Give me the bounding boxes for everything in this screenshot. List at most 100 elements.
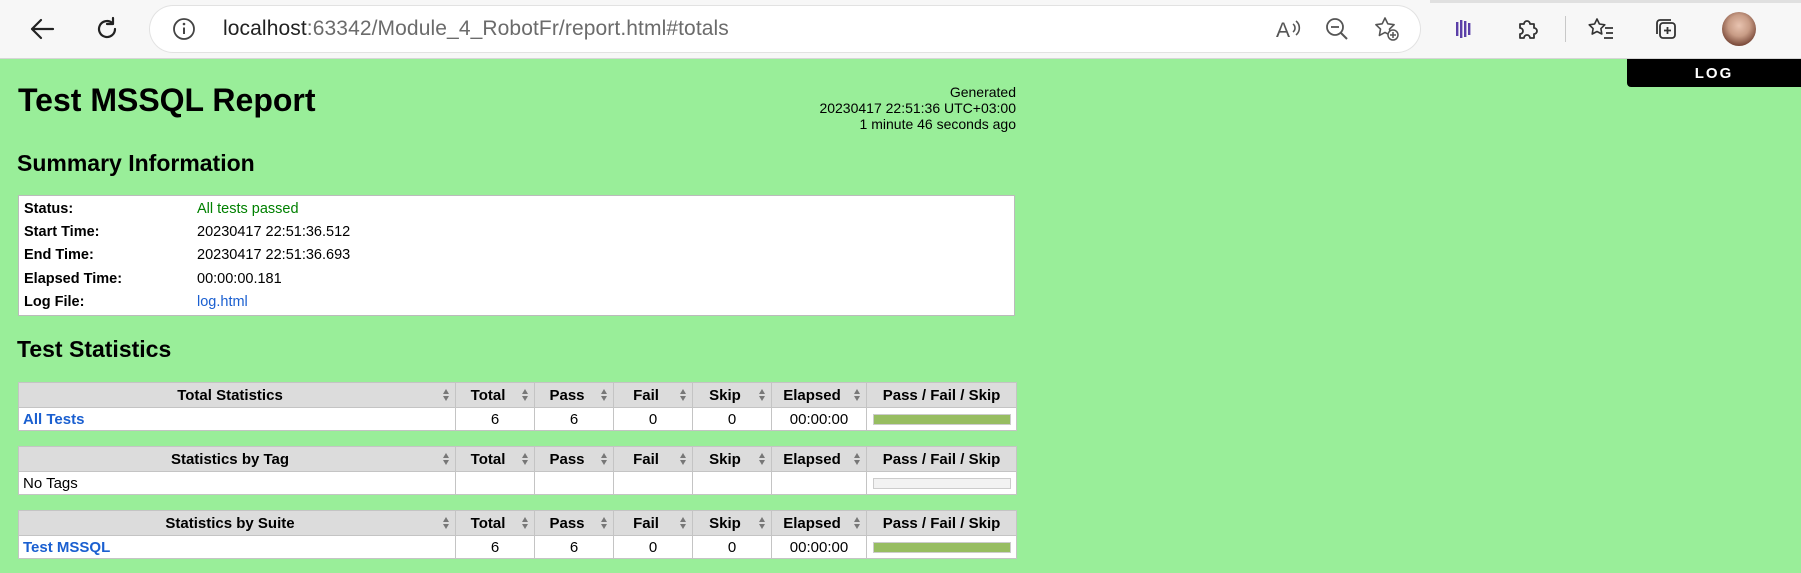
col-header-fail[interactable]: Fail bbox=[613, 382, 693, 408]
summary-label: Elapsed Time: bbox=[24, 271, 123, 287]
header-label: Statistics by Tag bbox=[170, 450, 290, 468]
add-favorite-button[interactable] bbox=[1372, 15, 1402, 43]
col-header-pass[interactable]: Pass bbox=[534, 510, 614, 536]
table-header-row: Statistics by Tag Total Pass Fail Skip E… bbox=[18, 446, 1017, 472]
summary-heading: Summary Information bbox=[17, 150, 255, 176]
stat-graph-cell bbox=[866, 407, 1017, 431]
col-header-total[interactable]: Total bbox=[455, 382, 535, 408]
sort-icon bbox=[759, 453, 766, 465]
suite-statistics-table: Statistics by Suite Total Pass Fail Skip… bbox=[18, 510, 1017, 559]
refresh-icon bbox=[97, 16, 117, 39]
col-header-elapsed[interactable]: Elapsed bbox=[771, 510, 867, 536]
header-label: Skip bbox=[709, 386, 741, 404]
site-info-button[interactable] bbox=[172, 17, 196, 46]
back-button[interactable] bbox=[22, 9, 62, 49]
favorites-icon bbox=[1588, 18, 1613, 39]
pass-fail-skip-graph bbox=[872, 414, 1011, 426]
col-header-elapsed[interactable]: Elapsed bbox=[771, 382, 867, 408]
sort-icon bbox=[680, 453, 687, 465]
favorite-add-icon bbox=[1375, 17, 1399, 41]
stat-skip: 0 bbox=[692, 535, 772, 559]
stat-fail: 0 bbox=[613, 407, 693, 431]
zoom-out-button[interactable] bbox=[1322, 15, 1352, 43]
puzzle-icon bbox=[1519, 20, 1538, 39]
table-row: All Tests 6 6 0 0 00:00:00 bbox=[18, 407, 1017, 431]
collections-button[interactable] bbox=[1646, 9, 1686, 49]
col-header-name[interactable]: Statistics by Tag bbox=[18, 446, 456, 472]
url-host: localhost bbox=[223, 17, 307, 40]
header-label: Elapsed bbox=[783, 386, 841, 404]
col-header-total[interactable]: Total bbox=[455, 446, 535, 472]
generated-info: Generated 20230417 22:51:36 UTC+03:00 1 … bbox=[700, 84, 1016, 132]
back-icon bbox=[30, 18, 55, 40]
log-button[interactable]: LOG bbox=[1627, 59, 1801, 87]
pass-fail-skip-graph bbox=[872, 542, 1011, 554]
col-header-graph: Pass / Fail / Skip bbox=[866, 446, 1017, 472]
col-header-name[interactable]: Statistics by Suite bbox=[18, 510, 456, 536]
header-label: Pass bbox=[549, 450, 585, 468]
total-statistics-table: Total Statistics Total Pass Fail Skip El… bbox=[18, 382, 1017, 431]
header-label: Total Statistics bbox=[177, 386, 283, 404]
col-header-elapsed[interactable]: Elapsed bbox=[771, 446, 867, 472]
summary-label: Status: bbox=[24, 201, 74, 217]
address-bar[interactable]: localhost:63342/Module_4_RobotFr/report.… bbox=[150, 6, 1420, 52]
log-file-link[interactable]: log.html bbox=[197, 291, 248, 313]
stat-pass: 6 bbox=[534, 535, 614, 559]
col-header-skip[interactable]: Skip bbox=[692, 446, 772, 472]
stat-fail: 0 bbox=[613, 535, 693, 559]
stat-elapsed: 00:00:00 bbox=[771, 407, 867, 431]
col-header-graph: Pass / Fail / Skip bbox=[866, 510, 1017, 536]
col-header-fail[interactable]: Fail bbox=[613, 510, 693, 536]
zoom-out-icon bbox=[1326, 18, 1348, 40]
refresh-button[interactable] bbox=[87, 9, 127, 49]
col-header-skip[interactable]: Skip bbox=[692, 382, 772, 408]
col-header-fail[interactable]: Fail bbox=[613, 446, 693, 472]
col-header-pass[interactable]: Pass bbox=[534, 446, 614, 472]
tag-statistics-table: Statistics by Tag Total Pass Fail Skip E… bbox=[18, 446, 1017, 495]
sort-icon bbox=[522, 453, 529, 465]
stat-name: No Tags bbox=[18, 471, 456, 495]
sort-icon bbox=[522, 517, 529, 529]
read-aloud-button[interactable]: A bbox=[1273, 15, 1303, 43]
header-label: Pass bbox=[549, 514, 585, 532]
stat-name-link[interactable]: Test MSSQL bbox=[18, 535, 456, 559]
header-label: Skip bbox=[709, 450, 741, 468]
url-text[interactable]: localhost:63342/Module_4_RobotFr/report.… bbox=[223, 17, 729, 41]
col-header-skip[interactable]: Skip bbox=[692, 510, 772, 536]
favorites-button[interactable] bbox=[1581, 9, 1621, 49]
generated-ago: 1 minute 46 seconds ago bbox=[859, 116, 1016, 132]
header-label: Fail bbox=[633, 450, 659, 468]
stat-skip bbox=[692, 471, 772, 495]
start-time-value: 20230417 22:51:36.512 bbox=[197, 224, 351, 240]
extension-icon bbox=[1456, 20, 1471, 38]
stat-total: 6 bbox=[455, 407, 535, 431]
col-header-total[interactable]: Total bbox=[455, 510, 535, 536]
header-label: Pass / Fail / Skip bbox=[882, 514, 1001, 532]
stat-skip: 0 bbox=[692, 407, 772, 431]
col-header-graph: Pass / Fail / Skip bbox=[866, 382, 1017, 408]
statistics-heading: Test Statistics bbox=[17, 336, 172, 362]
sort-icon bbox=[854, 517, 861, 529]
sort-icon bbox=[443, 453, 450, 465]
stat-fail bbox=[613, 471, 693, 495]
extension-button[interactable] bbox=[1443, 9, 1483, 49]
table-header-row: Total Statistics Total Pass Fail Skip El… bbox=[18, 382, 1017, 408]
header-label: Total bbox=[470, 386, 506, 404]
generated-time: 20230417 22:51:36 UTC+03:00 bbox=[819, 100, 1016, 116]
header-label: Fail bbox=[633, 514, 659, 532]
svg-text:A: A bbox=[1276, 19, 1290, 42]
sort-icon bbox=[522, 389, 529, 401]
stat-name-link[interactable]: All Tests bbox=[18, 407, 456, 431]
header-label: Elapsed bbox=[783, 450, 841, 468]
sort-icon bbox=[443, 517, 450, 529]
col-header-name[interactable]: Total Statistics bbox=[18, 382, 456, 408]
extensions-button[interactable] bbox=[1508, 9, 1548, 49]
header-label: Pass bbox=[549, 386, 585, 404]
sort-icon bbox=[759, 389, 766, 401]
profile-avatar[interactable] bbox=[1722, 12, 1756, 46]
stat-graph-cell bbox=[866, 471, 1017, 495]
window-top-strip bbox=[1430, 0, 1801, 3]
sort-icon bbox=[680, 389, 687, 401]
table-row: Test MSSQL 6 6 0 0 00:00:00 bbox=[18, 535, 1017, 559]
col-header-pass[interactable]: Pass bbox=[534, 382, 614, 408]
